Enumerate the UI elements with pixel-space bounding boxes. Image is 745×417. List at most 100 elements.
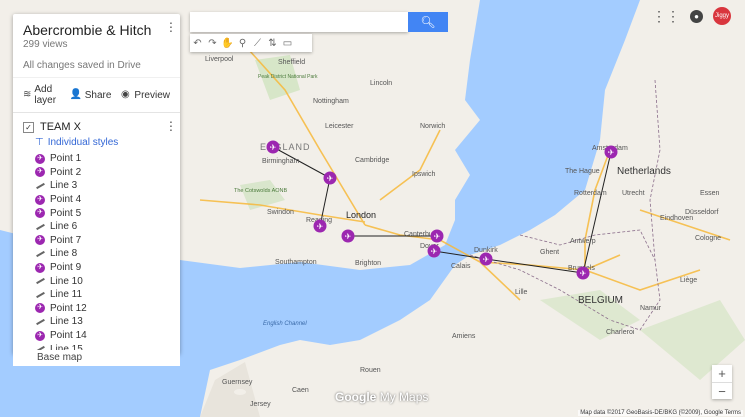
- svg-text:✈: ✈: [270, 143, 277, 152]
- marker-point-12[interactable]: ✈: [479, 252, 493, 266]
- preview-button[interactable]: ◉ Preview: [119, 89, 170, 101]
- feature-item[interactable]: ✈ Point 2: [35, 166, 180, 180]
- marker-point-1[interactable]: ✈: [266, 140, 280, 154]
- label-norwich: Norwich: [420, 123, 445, 130]
- line-icon: [35, 249, 45, 259]
- feature-item[interactable]: Line 11: [35, 288, 180, 302]
- add-layer-button[interactable]: ≋ Add layer: [23, 84, 62, 106]
- line-icon: [35, 222, 45, 232]
- feature-item[interactable]: ✈ Point 9: [35, 261, 180, 275]
- label-rotterdam: Rotterdam: [574, 190, 607, 197]
- zoom-out-button[interactable]: −: [712, 383, 732, 400]
- feature-label: Point 4: [50, 194, 82, 206]
- feature-label: Point 12: [50, 302, 87, 314]
- feature-label: Point 9: [50, 262, 82, 274]
- label-ghent: Ghent: [540, 249, 559, 256]
- feature-item[interactable]: Line 6: [35, 220, 180, 234]
- label-belgium: BELGIUM: [578, 295, 623, 306]
- label-birmingham: Birmingham: [262, 158, 300, 165]
- feature-item[interactable]: ✈ Point 7: [35, 234, 180, 248]
- account-bar: ⋮⋮ ● Jiggy: [652, 7, 731, 25]
- hand-icon[interactable]: ✋: [220, 38, 235, 49]
- feature-label: Line 3: [50, 180, 78, 192]
- style-link[interactable]: ⊤ Individual styles: [13, 135, 180, 152]
- save-status: All changes saved in Drive: [23, 60, 141, 71]
- avatar[interactable]: Jiggy: [713, 7, 731, 25]
- search-button[interactable]: 🔍︎: [408, 12, 448, 32]
- feature-item[interactable]: Line 8: [35, 247, 180, 261]
- zoom-in-button[interactable]: +: [712, 365, 732, 383]
- line-icon: [35, 181, 45, 191]
- svg-text:✈: ✈: [345, 232, 352, 241]
- feature-item[interactable]: ✈ Point 14: [35, 329, 180, 343]
- layer-visibility-checkbox[interactable]: ✓: [23, 121, 34, 133]
- zoom-controls: + −: [712, 365, 732, 399]
- marker-point-7[interactable]: ✈: [430, 229, 444, 243]
- more-options-icon[interactable]: · · ·: [168, 15, 174, 37]
- feature-label: Point 7: [50, 234, 82, 246]
- airplane-marker-icon: ✈: [35, 167, 45, 178]
- label-nottingham: Nottingham: [313, 98, 349, 105]
- marker-point-4[interactable]: ✈: [313, 219, 327, 233]
- undo-icon[interactable]: ↶: [190, 38, 205, 49]
- directions-icon[interactable]: ⇅: [265, 38, 280, 49]
- draw-line-icon[interactable]: ⟋: [250, 38, 265, 49]
- airplane-marker-icon: ✈: [35, 262, 45, 273]
- feature-item[interactable]: ✈ Point 4: [35, 193, 180, 207]
- notifications-icon[interactable]: ●: [690, 9, 703, 23]
- add-person-icon: 👤: [69, 89, 83, 100]
- panel-header: Abercrombie & Hitch 299 views All change…: [13, 14, 180, 77]
- label-amiens: Amiens: [452, 333, 476, 340]
- feature-item[interactable]: ✈ Point 1: [35, 152, 180, 166]
- label-charleroi: Charleroi: [606, 329, 635, 336]
- map-title[interactable]: Abercrombie & Hitch: [23, 22, 170, 38]
- apps-grid-icon[interactable]: ⋮⋮: [652, 8, 680, 25]
- paint-roller-icon: ⊤: [35, 137, 44, 148]
- marker-point-9[interactable]: ✈: [427, 244, 441, 258]
- redo-icon[interactable]: ↷: [205, 38, 220, 49]
- label-cambridge: Cambridge: [355, 157, 389, 164]
- feature-item[interactable]: ✈ Point 5: [35, 206, 180, 220]
- feature-label: Point 1: [50, 153, 82, 165]
- ruler-icon[interactable]: ▭: [280, 38, 295, 49]
- feature-label: Line 8: [50, 248, 78, 260]
- label-sheffield: Sheffield: [278, 59, 305, 66]
- airplane-marker-icon: ✈: [35, 330, 45, 341]
- panel-actions: ≋ Add layer 👤 Share ◉ Preview: [13, 77, 180, 113]
- svg-text:✈: ✈: [431, 247, 438, 256]
- layer-name[interactable]: TEAM X: [40, 121, 81, 133]
- label-netherlands: Netherlands: [617, 166, 671, 177]
- airplane-marker-icon: ✈: [35, 235, 45, 246]
- marker-point-14[interactable]: ✈: [576, 266, 590, 280]
- label-peak: Peak District National Park: [258, 74, 318, 80]
- feature-label: Point 5: [50, 207, 82, 219]
- label-antwerp: Antwerp: [570, 238, 596, 245]
- label-eindhoven: Eindhoven: [660, 215, 693, 222]
- layer-options-icon[interactable]: · · ·: [168, 114, 174, 136]
- share-label: Share: [84, 89, 112, 101]
- label-brighton: Brighton: [355, 260, 381, 267]
- marker-point-5[interactable]: ✈: [341, 229, 355, 243]
- layers-icon: ≋: [23, 89, 32, 100]
- base-map-toggle[interactable]: Base map: [13, 350, 180, 366]
- map-attribution[interactable]: Map data ©2017 GeoBasis-DE/BKG (©2009), …: [578, 410, 743, 416]
- marker-point-16[interactable]: ✈: [604, 145, 618, 159]
- map-legend-panel: Abercrombie & Hitch 299 views All change…: [13, 14, 180, 354]
- feature-item[interactable]: Line 3: [35, 179, 180, 193]
- share-button[interactable]: 👤 Share: [70, 89, 112, 101]
- feature-item[interactable]: ✈ Point 12: [35, 302, 180, 316]
- feature-item[interactable]: Line 13: [35, 315, 180, 329]
- label-jersey: Jersey: [250, 401, 271, 408]
- line-icon: [35, 290, 45, 300]
- feature-item[interactable]: Line 10: [35, 274, 180, 288]
- label-essen: Essen: [700, 190, 720, 197]
- label-ipswich: Ipswich: [412, 171, 435, 178]
- label-southampton: Southampton: [275, 259, 317, 266]
- search-input[interactable]: [190, 12, 408, 32]
- add-layer-label: Add layer: [34, 84, 57, 106]
- marker-point-2[interactable]: ✈: [323, 171, 337, 185]
- marker-icon[interactable]: ⚲: [235, 38, 250, 49]
- base-map-label: Base map: [37, 352, 83, 363]
- label-calais: Calais: [451, 263, 471, 270]
- feature-label: Point 2: [50, 166, 82, 178]
